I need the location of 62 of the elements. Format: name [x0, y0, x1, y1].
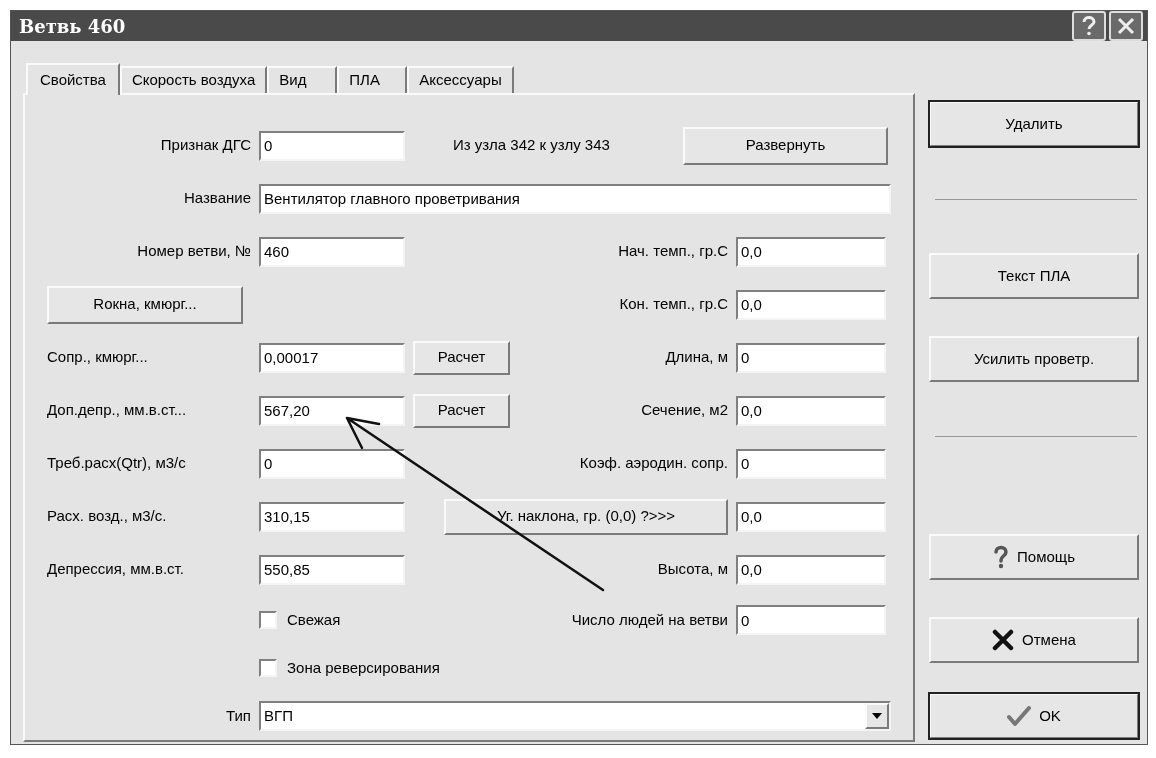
checkbox[interactable] — [259, 659, 277, 677]
input-field[interactable]: 310,15 — [259, 501, 405, 532]
check-icon — [1007, 705, 1032, 727]
input-field[interactable]: 0,0 — [736, 289, 886, 320]
input-field[interactable]: 567,20 — [259, 395, 405, 426]
tab[interactable]: ПЛА — [337, 66, 408, 93]
input-field[interactable]: 0 — [259, 448, 405, 479]
input-field[interactable]: 460 — [259, 236, 405, 267]
input-field[interactable]: 0,0 — [736, 501, 886, 532]
input-field[interactable]: 0 — [736, 448, 886, 479]
field-label: Тип — [225, 705, 251, 726]
calculate-button[interactable]: Расчет — [413, 393, 510, 428]
window-calc-button[interactable]: Rокна, кмюрг... — [47, 285, 243, 324]
checkbox[interactable] — [259, 611, 277, 629]
help-button[interactable] — [1072, 11, 1106, 41]
checkbox-label: Свежая — [287, 609, 341, 630]
field-label: Число людей на ветви — [571, 609, 728, 630]
tab[interactable]: Скорость воздуха — [119, 66, 268, 93]
input-field[interactable]: 0,0 — [736, 554, 886, 585]
tab[interactable]: Аксессуары — [407, 66, 514, 93]
field-label: Нач. темп., гр.С — [618, 241, 728, 262]
route-text: Из узла 342 к узлу 343 — [453, 135, 610, 156]
field-label: Треб.расх(Qtr), м3/с — [46, 453, 187, 474]
question-mark-icon — [993, 545, 1010, 569]
window-title: Ветвь 460 — [19, 14, 126, 39]
field-label: Высота, м — [657, 559, 728, 580]
checkbox-label: Зона реверсирования — [287, 657, 440, 678]
input-field[interactable]: Вентилятор главного проветривания — [259, 183, 891, 214]
field-label: Признак ДГС — [159, 135, 251, 156]
close-button[interactable] — [1109, 11, 1143, 41]
input-field[interactable]: 0,0 — [736, 395, 886, 426]
calculate-button[interactable]: Расчет — [413, 340, 510, 375]
dialog-button[interactable]: Удалить — [929, 101, 1139, 147]
input-field[interactable]: 0 — [736, 605, 886, 635]
dialog-button[interactable]: OK — [929, 693, 1139, 739]
cross-icon — [992, 629, 1015, 651]
dialog-button[interactable]: Текст ПЛА — [929, 253, 1139, 299]
input-field[interactable]: 0,0 — [736, 236, 886, 267]
help-icon — [1082, 16, 1096, 36]
field-label: Номер ветви, № — [136, 241, 251, 262]
field-label: Доп.депр., мм.в.ст... — [46, 400, 188, 421]
field-label: Кон. темп., гр.С — [619, 294, 728, 315]
tab[interactable]: Свойства — [26, 63, 120, 95]
dialog-button[interactable]: Отмена — [929, 617, 1139, 663]
field-label: Коэф. аэродин. сопр. — [579, 453, 728, 474]
input-field[interactable]: 0 — [736, 342, 886, 373]
field-label: Название — [182, 188, 251, 209]
caret-icon — [872, 713, 882, 719]
expand-button[interactable]: Развернуть — [683, 126, 888, 165]
tab[interactable]: Вид — [267, 66, 338, 93]
dialog-button[interactable]: Усилить проветр. — [929, 336, 1139, 382]
field-label: Сопр., кмюрг... — [46, 347, 149, 368]
field-label: Расх. возд., м3/с. — [46, 506, 168, 527]
field-label: Депрессия, мм.в.ст. — [46, 559, 185, 580]
dialog-button[interactable]: Помощь — [929, 534, 1139, 580]
close-icon — [1117, 17, 1135, 35]
field-label: Сечение, м2 — [641, 400, 728, 421]
input-field[interactable]: 0 — [259, 130, 405, 161]
field-label: Длина, м — [665, 347, 728, 368]
input-field[interactable]: 0,00017 — [259, 342, 405, 373]
input-field[interactable]: 550,85 — [259, 554, 405, 585]
type-dropdown[interactable]: ВГП — [259, 701, 891, 731]
